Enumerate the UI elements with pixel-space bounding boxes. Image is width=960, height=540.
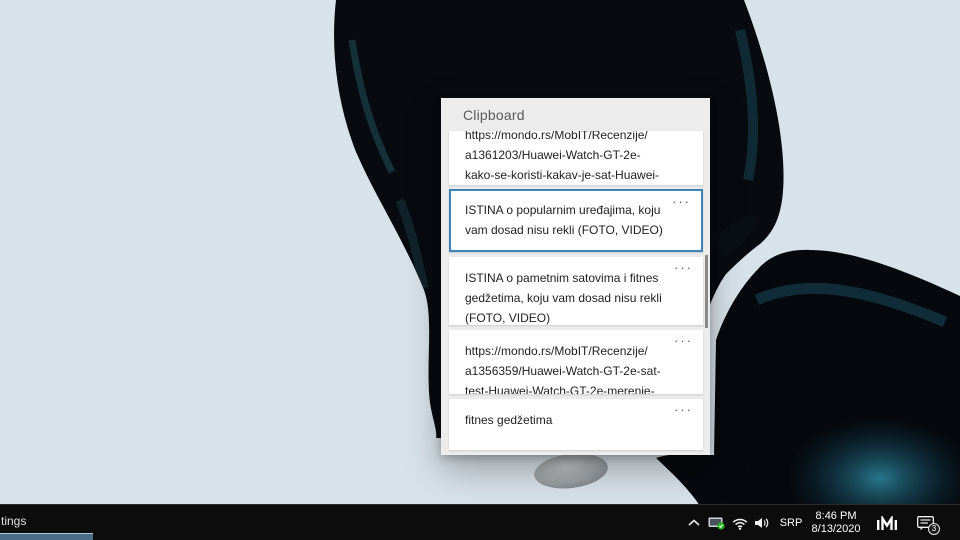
clipboard-item-4[interactable]: ··· https://mondo.rs/MobIT/Recenzije/ a1…	[449, 330, 703, 394]
clipboard-item-text: https://mondo.rs/MobIT/Recenzije/	[465, 341, 673, 361]
volume-icon	[754, 517, 770, 529]
taskbar-window-label[interactable]: tings	[1, 514, 26, 528]
pc-status-tray-button[interactable]	[706, 505, 728, 540]
clipboard-item-text: kako-se-koristi-kakav-je-sat-Huawei-	[465, 165, 673, 185]
clipboard-item-text: test-Huawei-Watch-GT-2e-merenje-	[465, 381, 673, 394]
clock-time: 8:46 PM	[816, 510, 857, 523]
clipboard-item-text: vam dosad nisu rekli (FOTO, VIDEO)	[465, 220, 673, 240]
clock-date: 8/13/2020	[812, 523, 861, 536]
clipboard-item-1[interactable]: https://mondo.rs/MobIT/Recenzije/ a13612…	[449, 131, 703, 185]
clipboard-item-text: ISTINA o pametnim satovima i fitnes	[465, 268, 673, 288]
desktop: Clipboard https://mondo.rs/MobIT/Recenzi…	[0, 0, 960, 540]
clipboard-item-text: a1361203/Huawei-Watch-GT-2e-	[465, 145, 673, 165]
chevron-up-icon	[688, 519, 700, 527]
clipboard-panel: Clipboard https://mondo.rs/MobIT/Recenzi…	[441, 98, 710, 455]
pc-status-icon	[708, 516, 726, 530]
clipboard-item-text: (FOTO, VIDEO)	[465, 308, 673, 325]
wifi-icon	[731, 517, 749, 530]
clipboard-item-3[interactable]: ··· ISTINA o pametnim satovima i fitnes …	[449, 257, 703, 325]
action-center-button[interactable]: 3	[910, 505, 942, 540]
clipboard-item-text: https://mondo.rs/MobIT/Recenzije/	[465, 131, 673, 145]
clipboard-item-text: fitnes gedžetima	[465, 410, 673, 430]
language-code: SRP	[780, 517, 803, 529]
taskbar: tings	[0, 504, 960, 540]
item-more-options-button[interactable]: ···	[674, 334, 693, 348]
clipboard-item-text: gedžetima, koju vam dosad nisu rekli	[465, 288, 673, 308]
m-logo-icon	[876, 516, 898, 531]
m-app-tray-button[interactable]	[872, 505, 902, 540]
taskbar-active-strip	[0, 533, 93, 540]
clipboard-panel-title: Clipboard	[463, 107, 525, 123]
notification-badge: 3	[928, 523, 940, 535]
item-more-options-button[interactable]: ···	[674, 261, 693, 275]
volume-tray-button[interactable]	[752, 505, 771, 540]
clipboard-item-text: ISTINA o popularnim uređajima, koju	[465, 200, 673, 220]
clock-tray-button[interactable]: 8:46 PM 8/13/2020	[806, 505, 866, 540]
hidden-icons-chevron-button[interactable]	[686, 505, 702, 540]
clipboard-item-2-selected[interactable]: ··· ISTINA o popularnim uređajima, koju …	[449, 189, 703, 252]
clipboard-item-5[interactable]: ··· fitnes gedžetima	[449, 399, 703, 450]
scrollbar-thumb[interactable]	[705, 255, 708, 328]
item-more-options-button[interactable]: ···	[672, 195, 691, 209]
wifi-tray-button[interactable]	[730, 505, 750, 540]
language-indicator[interactable]: SRP	[775, 505, 807, 540]
item-more-options-button[interactable]: ···	[674, 403, 693, 417]
clipboard-item-text: a1356359/Huawei-Watch-GT-2e-sat-	[465, 361, 673, 381]
